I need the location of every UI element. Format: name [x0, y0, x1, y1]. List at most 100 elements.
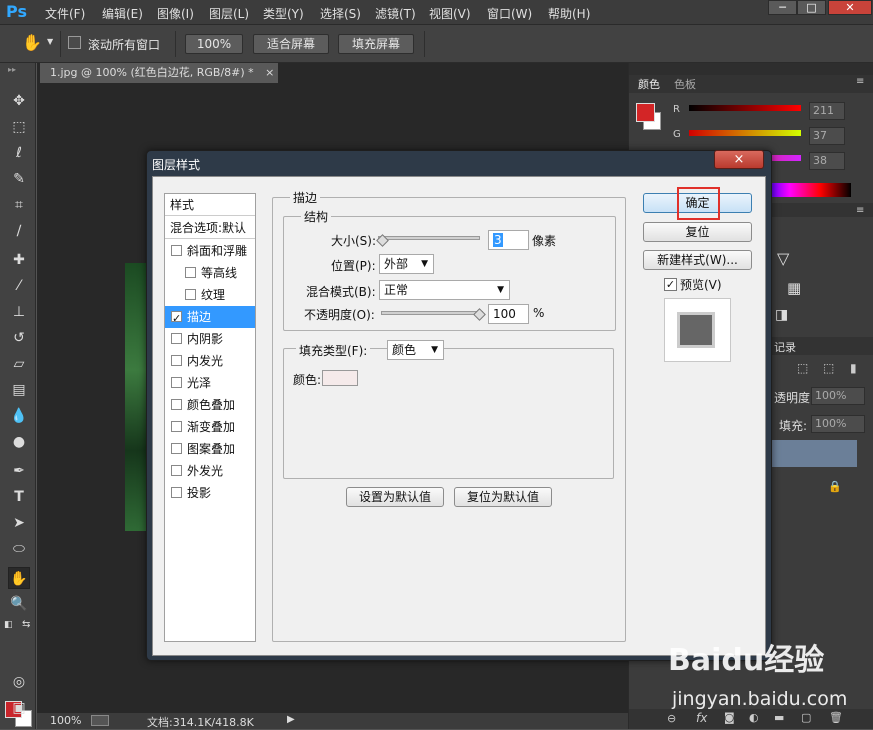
preview-checkbox[interactable]: ✓ — [664, 278, 677, 291]
position-select[interactable]: 外部 ▼ — [379, 254, 434, 274]
swap-colors-icon[interactable]: ⇆ — [22, 619, 30, 630]
r-slider[interactable] — [689, 105, 801, 111]
style-item[interactable]: 内阴影 — [165, 328, 255, 350]
menu-help[interactable]: 帮助(H) — [548, 5, 590, 22]
lasso-tool-icon[interactable]: ℓ — [8, 142, 30, 164]
menu-file[interactable]: 文件(F) — [45, 5, 85, 22]
delete-layer-icon[interactable]: 🗑 — [829, 711, 843, 724]
brush-tool-icon[interactable]: ⁄ — [8, 275, 30, 297]
style-item[interactable]: 纹理 — [165, 284, 255, 306]
ellipse-tool-icon[interactable]: ⬭ — [8, 538, 30, 560]
fill-screen-button[interactable]: 填充屏幕 — [338, 34, 414, 54]
new-style-button[interactable]: 新建样式(W)... — [643, 250, 752, 270]
zoom-tool-icon[interactable]: 🔍 — [8, 593, 30, 615]
reset-button[interactable]: 复位 — [643, 222, 752, 242]
menu-type[interactable]: 类型(Y) — [263, 5, 304, 22]
layer-opacity-field[interactable]: 100% — [811, 387, 865, 405]
gradient-tool-icon[interactable]: ▤ — [8, 379, 30, 401]
r-value-field[interactable]: 211 — [809, 102, 845, 120]
layer-fill-field[interactable]: 100% — [811, 415, 865, 433]
style-item[interactable]: 外发光 — [165, 460, 255, 482]
menu-layer[interactable]: 图层(L) — [209, 5, 249, 22]
add-mask-icon[interactable]: ◙ — [724, 711, 735, 724]
eraser-tool-icon[interactable]: ▱ — [8, 353, 30, 375]
opacity-slider[interactable] — [381, 311, 483, 315]
panel-fg-color[interactable] — [636, 103, 655, 122]
hand-tool-icon[interactable]: ✋ — [22, 33, 42, 52]
color-ramp[interactable] — [759, 183, 851, 197]
transform-icon[interactable]: ⬚ — [823, 361, 834, 375]
filter-icon[interactable]: ⬚ — [797, 361, 808, 375]
link-layers-icon[interactable]: ⊖ — [667, 712, 676, 725]
size-slider[interactable] — [378, 236, 480, 240]
fx-icon[interactable]: fx — [696, 711, 707, 725]
styles-header[interactable]: 样式 — [165, 194, 255, 216]
dodge-tool-icon[interactable]: ● — [8, 431, 30, 453]
style-item[interactable]: 颜色叠加 — [165, 394, 255, 416]
adjustment-layer-icon[interactable]: ◐ — [749, 711, 759, 724]
panel-menu-icon[interactable]: ≡ — [856, 76, 864, 87]
stamp-tool-icon[interactable]: ⊥ — [8, 301, 30, 323]
dialog-close-button[interactable]: × — [714, 150, 764, 169]
menu-window[interactable]: 窗口(W) — [487, 5, 532, 22]
window-close-button[interactable]: ✕ — [828, 0, 872, 15]
adjustment-icon[interactable]: ▽ — [777, 249, 789, 268]
style-item[interactable]: 图案叠加 — [165, 438, 255, 460]
style-item-checkbox[interactable] — [171, 443, 182, 454]
style-item[interactable]: 描边 — [165, 306, 255, 328]
style-item-checkbox[interactable] — [171, 465, 182, 476]
status-menu-arrow-icon[interactable]: ▶ — [287, 714, 295, 725]
g-value-field[interactable]: 37 — [809, 127, 845, 145]
blend-mode-select[interactable]: 正常 ▼ — [379, 280, 510, 300]
style-item[interactable]: 等高线 — [165, 262, 255, 284]
quick-select-tool-icon[interactable]: ✎ — [8, 168, 30, 190]
style-item[interactable]: 光泽 — [165, 372, 255, 394]
eyedropper-tool-icon[interactable]: ∕ — [8, 220, 30, 242]
menu-view[interactable]: 视图(V) — [429, 5, 471, 22]
style-item[interactable]: 内发光 — [165, 350, 255, 372]
healing-brush-icon[interactable]: ✚ — [8, 249, 30, 271]
document-tab-close-icon[interactable]: × — [265, 66, 274, 79]
style-item[interactable]: 斜面和浮雕 — [165, 240, 255, 262]
selected-layer-row[interactable] — [769, 440, 857, 467]
document-tab[interactable]: 1.jpg @ 100% (红色白边花, RGB/8#) * × — [40, 63, 278, 83]
tab-swatches[interactable]: 色板 — [674, 76, 696, 92]
screen-mode-icon[interactable]: ▣ — [8, 697, 30, 719]
g-slider[interactable] — [689, 130, 801, 136]
path-select-tool-icon[interactable]: ➤ — [8, 512, 30, 534]
style-item-checkbox[interactable] — [171, 245, 182, 256]
toggle-icon[interactable]: ▮ — [850, 361, 857, 375]
move-tool-icon[interactable]: ✥ — [8, 90, 30, 112]
style-item[interactable]: 投影 — [165, 482, 255, 504]
fill-type-select[interactable]: 颜色 ▼ — [387, 340, 444, 360]
style-item-checkbox[interactable] — [185, 267, 196, 278]
style-item-checkbox[interactable] — [171, 421, 182, 432]
style-item-checkbox[interactable] — [171, 377, 182, 388]
size-field[interactable]: 3 — [488, 230, 529, 250]
tab-color[interactable]: 颜色 — [638, 76, 660, 92]
blur-tool-icon[interactable]: 💧 — [8, 405, 30, 427]
blend-options-item[interactable]: 混合选项:默认 — [165, 217, 255, 239]
menu-select[interactable]: 选择(S) — [320, 5, 361, 22]
panel-menu-icon[interactable]: ≡ — [856, 205, 864, 216]
pen-tool-icon[interactable]: ✒ — [8, 460, 30, 482]
set-default-button[interactable]: 设置为默认值 — [346, 487, 444, 507]
tool-preset-chevron-icon[interactable]: ▼ — [47, 37, 53, 46]
style-item-checkbox[interactable] — [171, 355, 182, 366]
style-item-checkbox[interactable] — [171, 333, 182, 344]
style-item[interactable]: 渐变叠加 — [165, 416, 255, 438]
style-item-checkbox[interactable] — [171, 399, 182, 410]
type-tool-icon[interactable]: T — [8, 486, 30, 508]
mask-icon[interactable]: ◨ — [775, 307, 788, 323]
b-value-field[interactable]: 38 — [809, 152, 845, 170]
stroke-color-swatch[interactable] — [322, 370, 358, 386]
fit-screen-button[interactable]: 适合屏幕 — [253, 34, 329, 54]
history-brush-icon[interactable]: ↺ — [8, 327, 30, 349]
reset-default-button[interactable]: 复位为默认值 — [454, 487, 552, 507]
tab-history[interactable]: 记录 — [774, 339, 796, 355]
maximize-button[interactable]: □ — [797, 0, 826, 15]
new-layer-icon[interactable]: ▢ — [801, 711, 811, 724]
minimize-button[interactable]: ─ — [768, 0, 797, 15]
scroll-all-checkbox[interactable] — [68, 36, 81, 49]
quick-mask-icon[interactable]: ◎ — [8, 671, 30, 693]
